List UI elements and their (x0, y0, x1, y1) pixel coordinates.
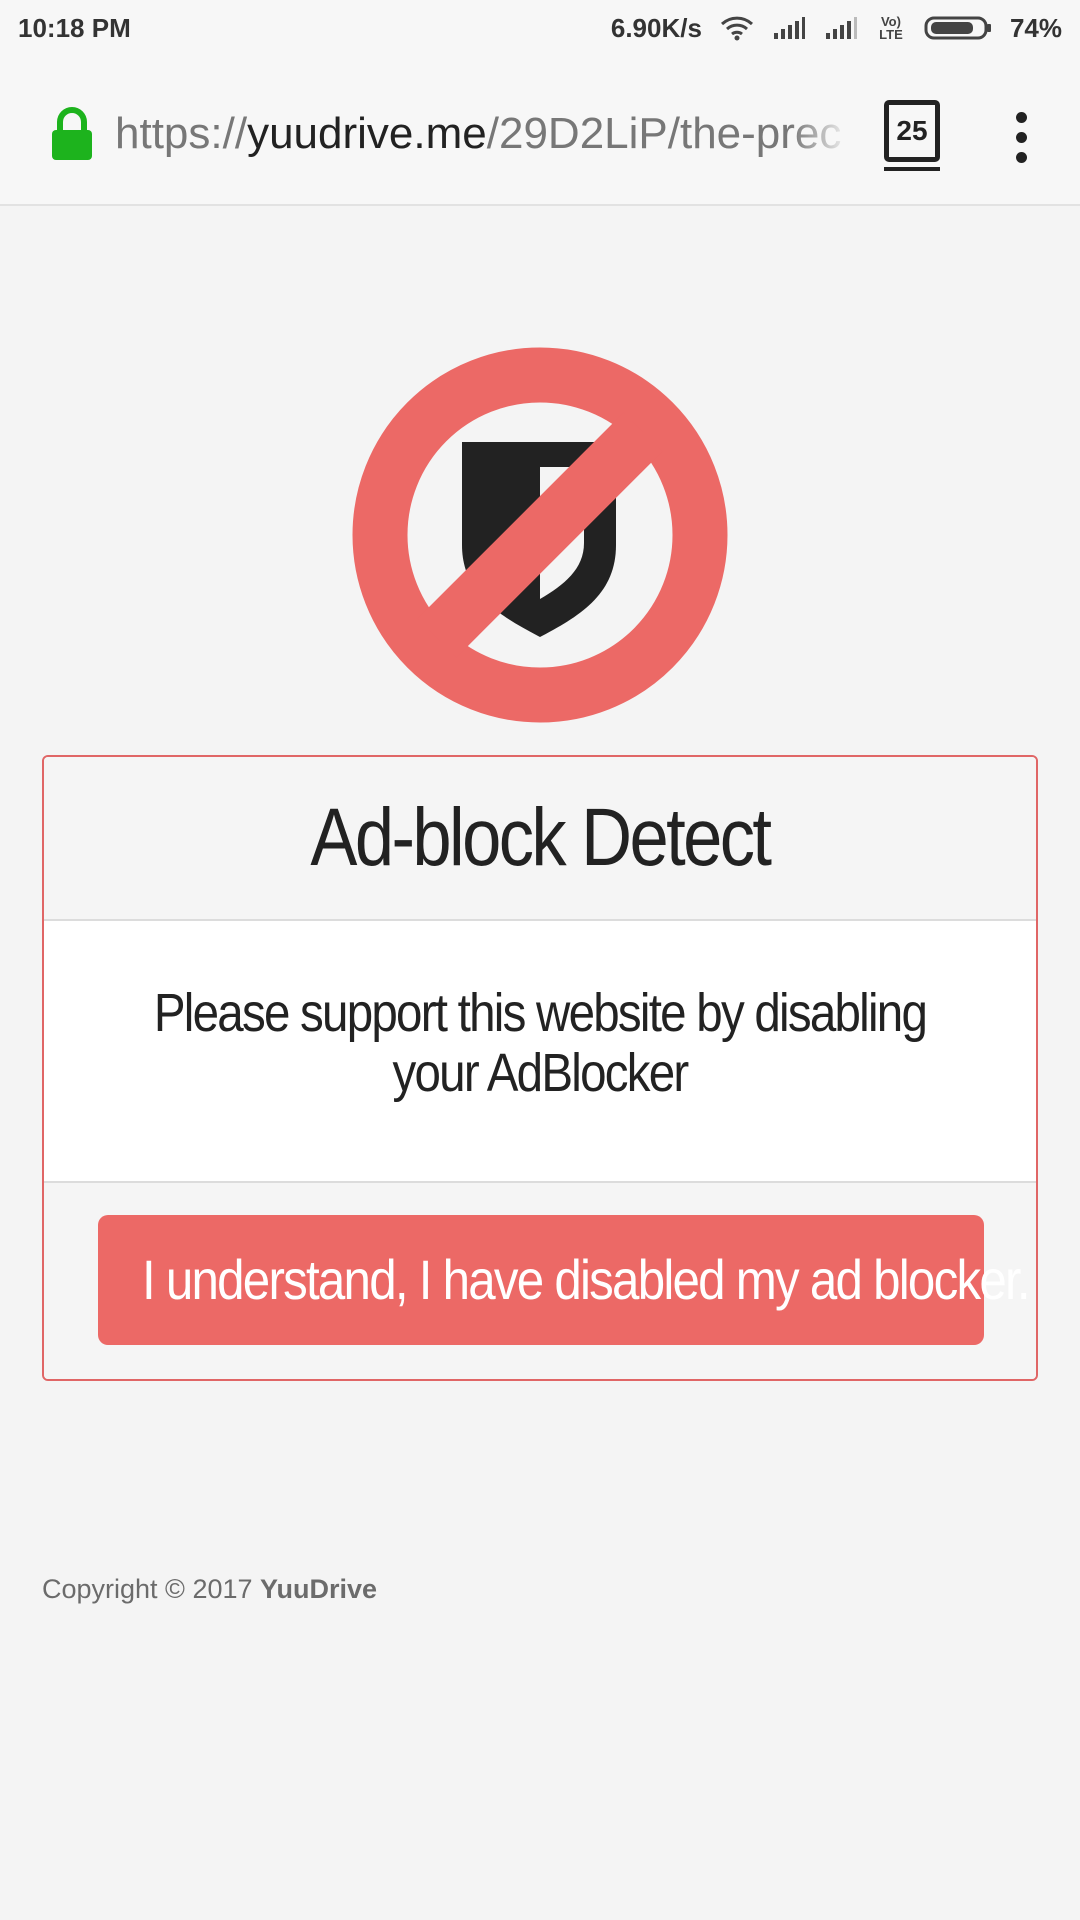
url-path: /29D2LiP/the-prec (486, 109, 842, 158)
more-options-icon[interactable] (1010, 112, 1034, 164)
network-speed: 6.90K/s (610, 12, 702, 43)
lock-icon[interactable] (48, 106, 96, 167)
understand-button[interactable]: I understand, I have disabled my ad bloc… (98, 1215, 1031, 1345)
modal-message: Please support this website by disabling… (153, 983, 928, 1103)
url-host: yuudrive.me (247, 109, 487, 158)
understand-button-label: I understand, I have disabled my ad bloc… (142, 1248, 1031, 1311)
modal-footer: I understand, I have disabled my ad bloc… (44, 1183, 1036, 1379)
url-scheme: https:// (115, 109, 248, 158)
wifi-icon (720, 15, 754, 41)
modal-body: Please support this website by disabling… (44, 921, 1036, 1183)
copyright: Copyright © 2017 YuuDrive (42, 1574, 377, 1605)
tabs-button[interactable]: 25 (884, 100, 940, 171)
battery-icon (924, 15, 992, 41)
adblock-prohibited-icon (352, 347, 728, 723)
browser-toolbar: https://yuudrive.me/29D2LiP/the-prec 25 (0, 56, 1080, 206)
copyright-brand: YuuDrive (260, 1574, 378, 1604)
modal-title: Ad-block Detect (310, 792, 772, 883)
signal-icon (772, 16, 806, 40)
volte-icon: Vo) LTE (879, 14, 903, 42)
copyright-text: Copyright © 2017 (42, 1574, 253, 1604)
adblock-modal: Ad-block Detect Please support this webs… (42, 755, 1038, 1381)
url-field[interactable]: https://yuudrive.me/29D2LiP/the-prec (115, 104, 850, 164)
battery-level: 74% (1009, 12, 1062, 43)
modal-header: Ad-block Detect (44, 757, 1036, 921)
status-time: 10:18 PM (18, 12, 131, 43)
status-bar: 10:18 PM 6.90K/s Vo) LTE 74% (0, 0, 1080, 56)
signal-icon (824, 16, 858, 40)
status-indicators: 6.90K/s Vo) LTE 74% (611, 13, 1062, 44)
tabs-count: 25 (896, 115, 928, 146)
